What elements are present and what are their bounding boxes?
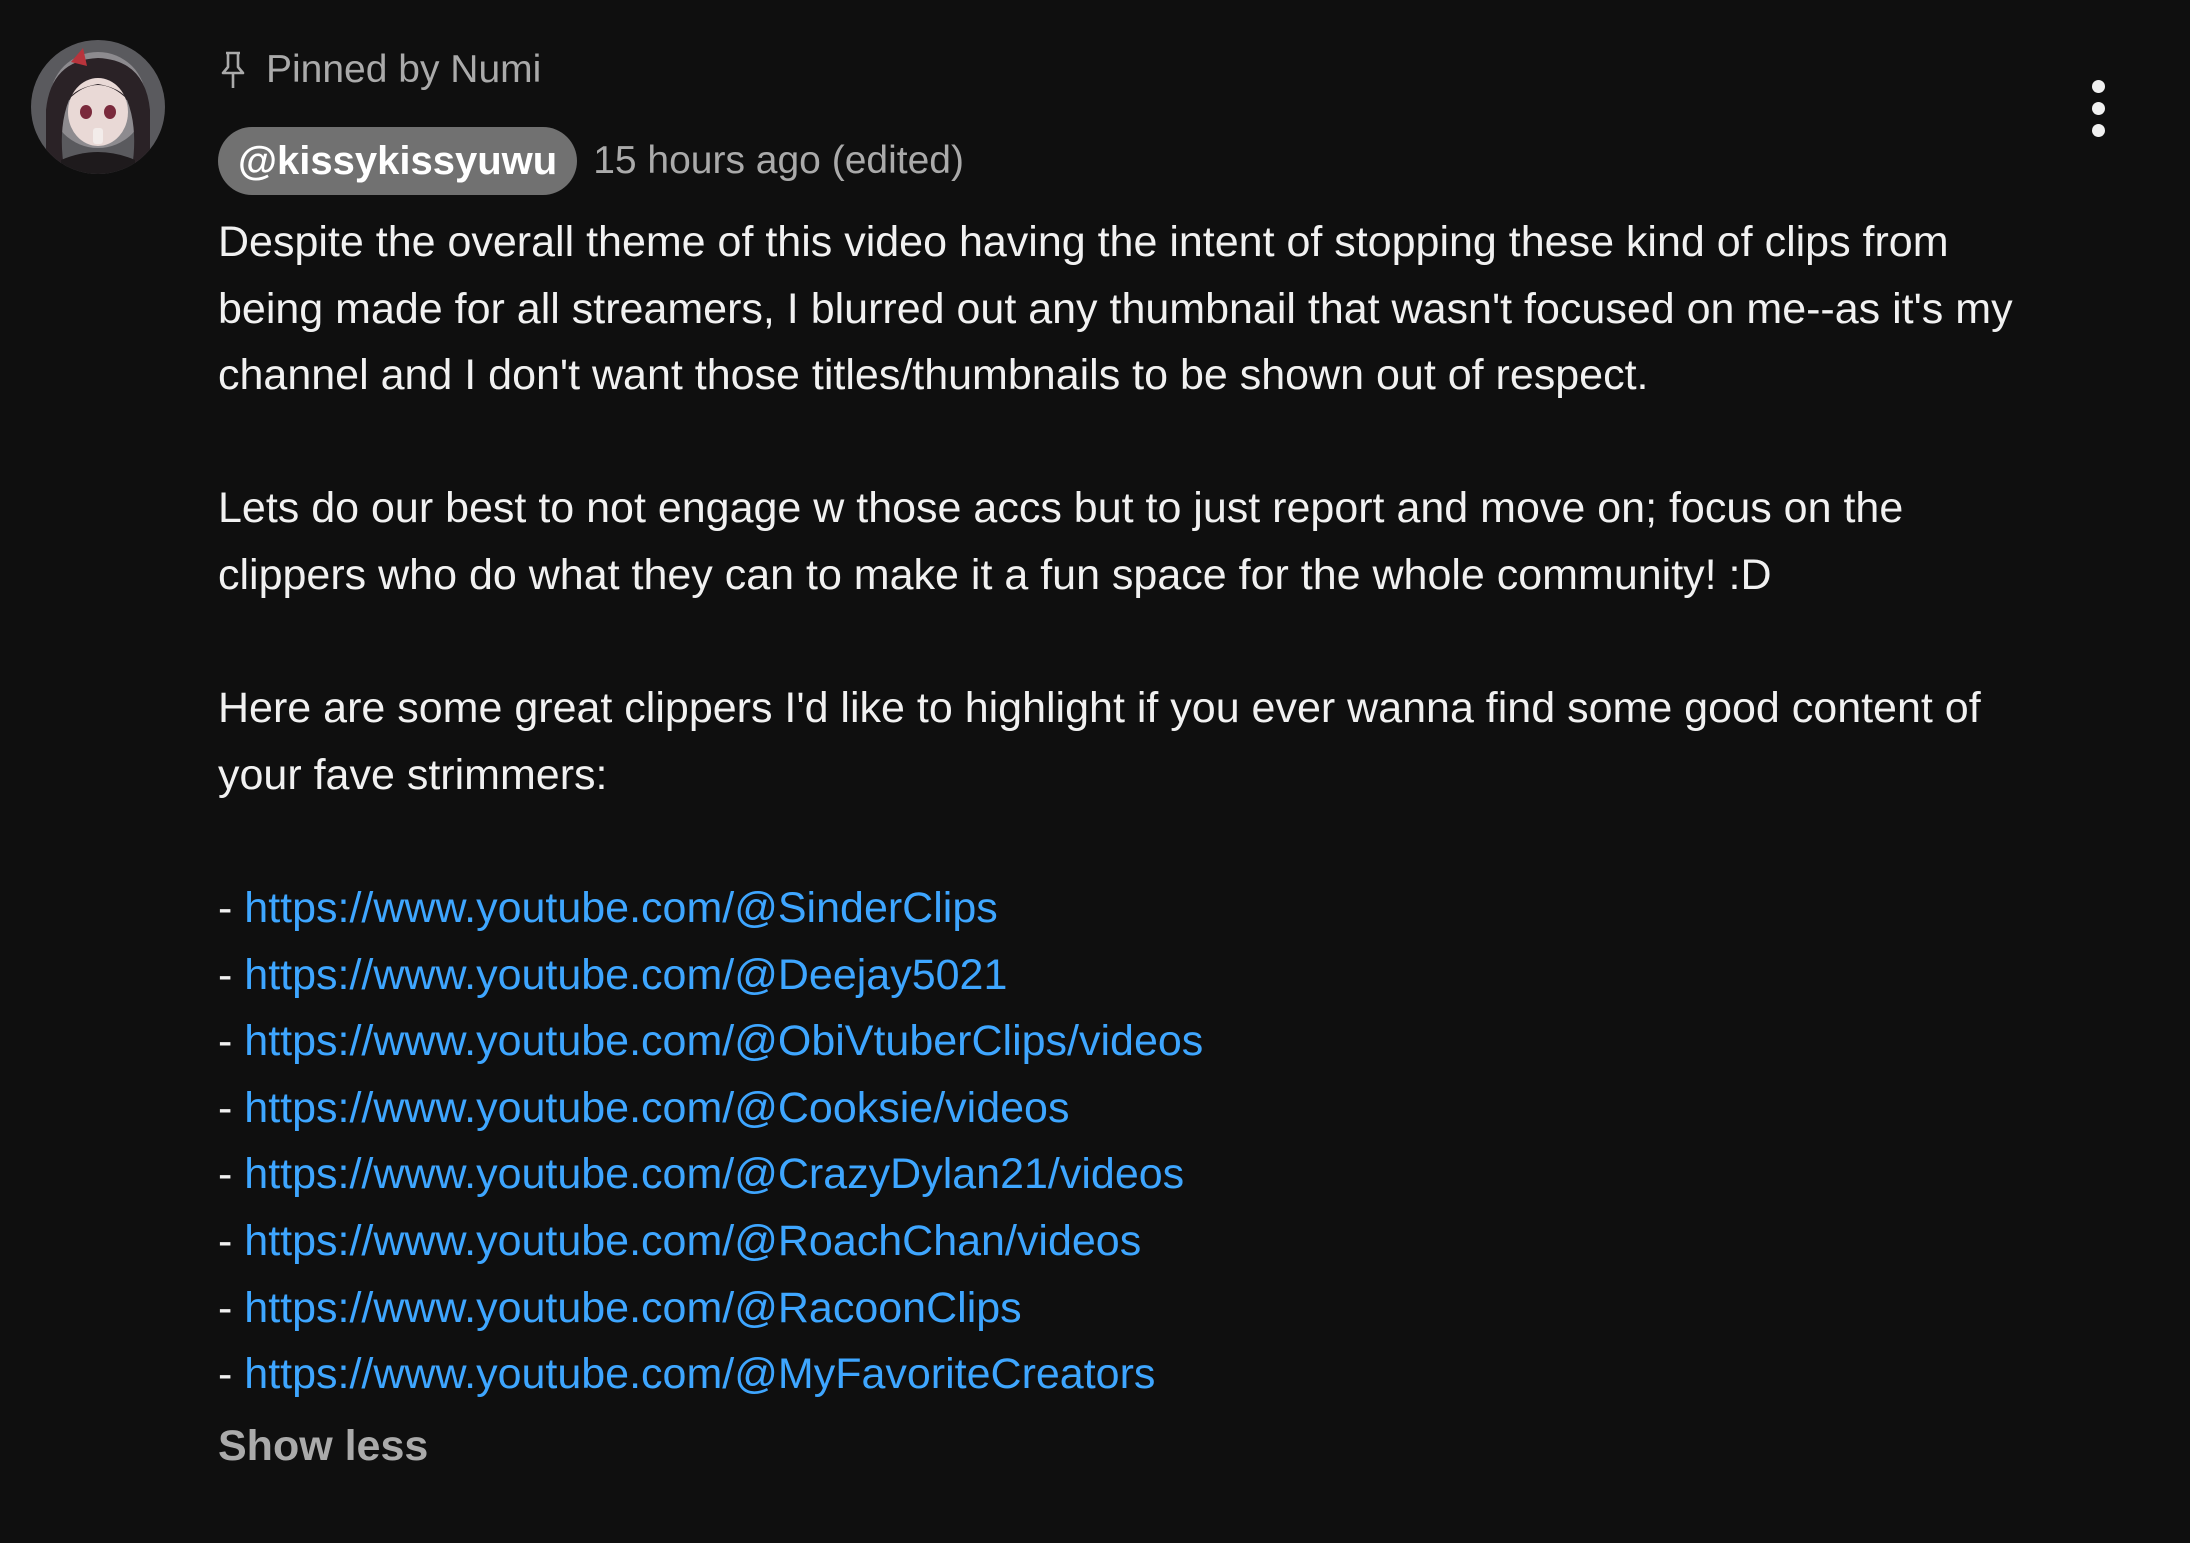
channel-link[interactable]: https://www.youtube.com/@ObiVtuberClips/… <box>244 1017 1203 1065</box>
link-list-item: - https://www.youtube.com/@Cooksie/video… <box>218 1075 2018 1142</box>
list-dash: - <box>218 1150 245 1199</box>
channel-link[interactable]: https://www.youtube.com/@Cooksie/videos <box>244 1084 1069 1132</box>
avatar[interactable] <box>31 40 165 174</box>
comment-text: Despite the overall theme of this video … <box>218 209 2018 1408</box>
link-list-item: - https://www.youtube.com/@RoachChan/vid… <box>218 1208 2018 1275</box>
list-dash: - <box>218 1350 245 1399</box>
list-dash: - <box>218 950 245 999</box>
comment-paragraph: Lets do our best to not engage w those a… <box>218 484 1904 599</box>
comment-thread: Pinned by Numi @kissykissyuwu 15 hours a… <box>0 0 2190 1543</box>
channel-link[interactable]: https://www.youtube.com/@RoachChan/video… <box>244 1217 1141 1265</box>
link-list-item: - https://www.youtube.com/@ObiVtuberClip… <box>218 1008 2018 1075</box>
link-list-item: - https://www.youtube.com/@CrazyDylan21/… <box>218 1141 2018 1208</box>
channel-link[interactable]: https://www.youtube.com/@CrazyDylan21/vi… <box>244 1150 1184 1198</box>
avatar-image <box>31 40 165 174</box>
pinned-indicator: Pinned by Numi <box>218 40 2018 100</box>
pin-icon <box>218 50 248 90</box>
comment-paragraph: Despite the overall theme of this video … <box>218 218 2013 400</box>
more-vertical-icon[interactable] <box>2068 74 2128 144</box>
channel-link[interactable]: https://www.youtube.com/@SinderClips <box>244 884 997 932</box>
comment-header: @kissykissyuwu 15 hours ago (edited) <box>218 127 2018 195</box>
comment-timestamp[interactable]: 15 hours ago (edited) <box>593 139 964 183</box>
author-handle[interactable]: @kissykissyuwu <box>218 127 578 195</box>
channel-link[interactable]: https://www.youtube.com/@Deejay5021 <box>244 951 1007 999</box>
list-dash: - <box>218 1216 245 1265</box>
pinned-label: Pinned by Numi <box>266 48 542 91</box>
link-list-item: - https://www.youtube.com/@Deejay5021 <box>218 942 2018 1009</box>
list-dash: - <box>218 1017 245 1066</box>
comment-paragraph: Here are some great clippers I'd like to… <box>218 684 1981 799</box>
comment-body: Pinned by Numi @kissykissyuwu 15 hours a… <box>218 40 2018 1471</box>
link-list-item: - https://www.youtube.com/@MyFavoriteCre… <box>218 1341 2018 1408</box>
list-dash: - <box>218 883 245 932</box>
link-list-item: - https://www.youtube.com/@RacoonClips <box>218 1275 2018 1342</box>
show-less-button[interactable]: Show less <box>218 1422 2018 1471</box>
channel-link[interactable]: https://www.youtube.com/@MyFavoriteCreat… <box>244 1350 1155 1398</box>
channel-link[interactable]: https://www.youtube.com/@RacoonClips <box>244 1284 1021 1332</box>
list-dash: - <box>218 1083 245 1132</box>
link-list-item: - https://www.youtube.com/@SinderClips <box>218 875 2018 942</box>
list-dash: - <box>218 1283 245 1332</box>
